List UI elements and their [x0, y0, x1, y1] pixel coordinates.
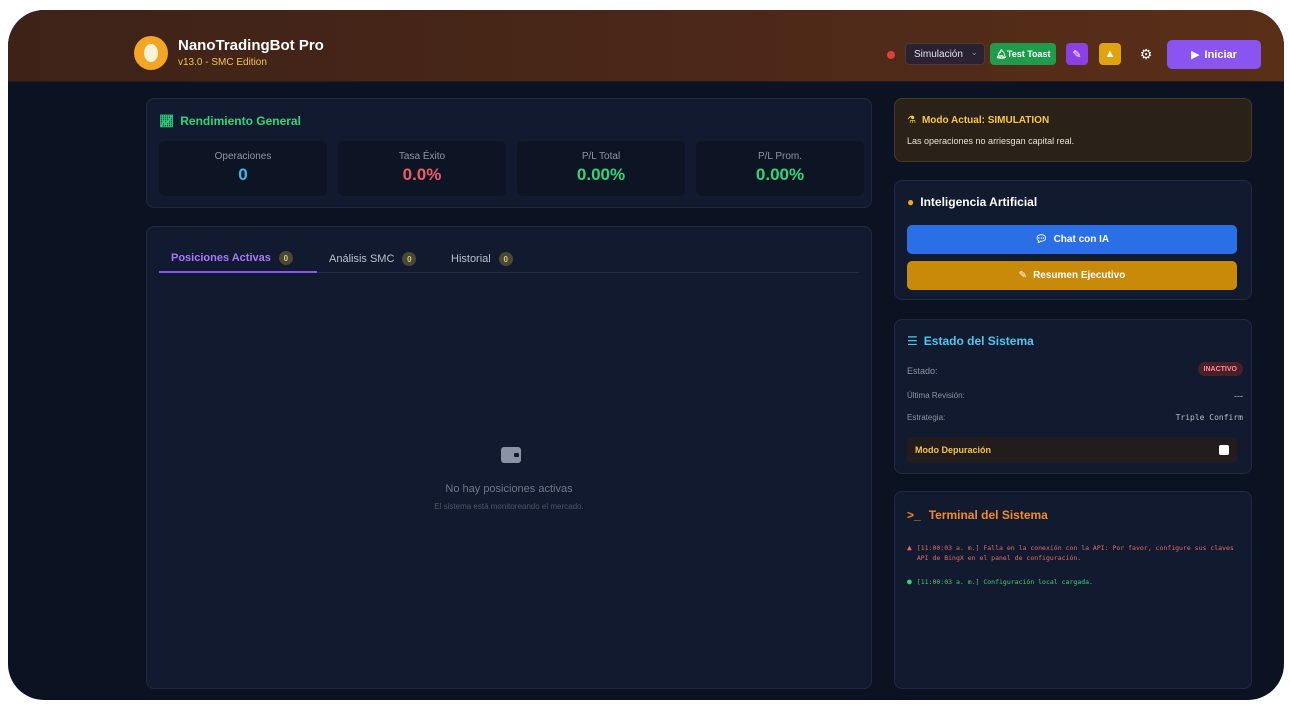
empty-state-subtitle: El sistema está monitoreando el mercado. [434, 502, 584, 511]
ai-title: ● Inteligencia Artificial [907, 195, 1038, 209]
log-entry-success: ● [11:00:03 a. m.] Configuración local c… [907, 577, 1093, 586]
brain-icon: ● [907, 195, 915, 209]
wallet-icon [501, 447, 521, 463]
database-icon: ☰ [907, 334, 918, 348]
clear-logs-button[interactable]: ✎ [1066, 43, 1088, 65]
positions-tabs: Posiciones Activas 0 Análisis SMC 0 Hist… [159, 245, 859, 273]
positions-card: Posiciones Activas 0 Análisis SMC 0 Hist… [146, 226, 872, 689]
chart-line-icon: 📈︎ [159, 114, 175, 128]
performance-title: 📈︎ Rendimiento General [159, 114, 301, 128]
last-review-label: Última Revisión: [907, 391, 965, 400]
debug-mode-checkbox[interactable] [1219, 445, 1229, 455]
stat-success-rate: Tasa Éxito 0.0% [338, 141, 506, 196]
flask-icon: ⚗ [907, 115, 916, 126]
settings-button[interactable]: ⚙ [1136, 44, 1156, 64]
start-button[interactable]: ▶ Iniciar [1167, 40, 1261, 69]
comments-icon: 💬︎ [1034, 234, 1048, 245]
play-icon: ▶ [1191, 49, 1200, 61]
alert-button[interactable]: ▲ [1099, 43, 1121, 65]
chevron-down-icon: ⌄ [970, 47, 978, 57]
chat-ai-button[interactable]: 💬︎ Chat con IA [907, 225, 1237, 254]
brush-icon: ✎ [1072, 48, 1082, 61]
executive-summary-button[interactable]: ✎ Resumen Ejecutivo [907, 261, 1237, 290]
bell-icon: 🔔︎ [995, 48, 1007, 59]
gear-icon: ⚙ [1139, 45, 1153, 62]
warning-icon: ▲ [1104, 48, 1116, 60]
logo-icon [134, 36, 168, 70]
test-toast-label: Test Toast [1006, 49, 1051, 59]
app-title: NanoTradingBot Pro [178, 37, 324, 54]
tab-count-badge: 0 [278, 251, 293, 265]
last-review-value: --- [1234, 391, 1243, 401]
tab-count-badge: 0 [402, 252, 417, 266]
system-status-card: ☰ Estado del Sistema Estado: INACTIVO Úl… [894, 319, 1252, 474]
log-entry-error: ▲ [11:00:03 a. m.] Falla en la conexión … [907, 543, 1234, 562]
terminal-icon: >_ [907, 508, 921, 522]
stat-pl-average: P/L Prom. 0.00% [696, 141, 864, 196]
ai-card: ● Inteligencia Artificial 💬︎ Chat con IA… [894, 180, 1252, 300]
top-bar: NanoTradingBot Pro v13.0 - SMC Edition S… [8, 10, 1284, 82]
connection-status-dot [887, 51, 895, 59]
terminal-title: >_ Terminal del Sistema [907, 508, 1048, 522]
mode-select-value: Simulación [914, 48, 963, 60]
tab-history[interactable]: Historial 0 [451, 245, 513, 273]
system-status-title: ☰ Estado del Sistema [907, 334, 1034, 348]
state-label: Estado: [907, 366, 938, 376]
debug-mode-row: Modo Depuración [907, 437, 1237, 463]
debug-mode-label: Modo Depuración [915, 445, 991, 455]
strategy-value: Triple Confirm [1175, 413, 1243, 422]
tab-count-badge: 0 [498, 252, 513, 266]
stat-pl-total: P/L Total 0.00% [517, 141, 685, 196]
check-circle-icon: ● [907, 577, 912, 586]
warning-icon: ▲ [907, 543, 912, 552]
strategy-label: Estrategia: [907, 413, 946, 422]
test-toast-button[interactable]: 🔔︎ Test Toast [990, 43, 1056, 65]
mode-title: ⚗ Modo Actual: SIMULATION [907, 115, 1050, 126]
mode-card: ⚗ Modo Actual: SIMULATION Las operacione… [894, 98, 1252, 162]
empty-state-title: No hay posiciones activas [445, 483, 573, 495]
status-badge: INACTIVO [1197, 362, 1243, 376]
tab-smc-analysis[interactable]: Análisis SMC 0 [329, 245, 417, 273]
mode-select[interactable]: Simulación ⌄ [905, 43, 985, 65]
start-label: Iniciar [1204, 48, 1237, 61]
performance-card: 📈︎ Rendimiento General Operaciones 0 Tas… [146, 98, 872, 208]
app-window: NanoTradingBot Pro v13.0 - SMC Edition S… [8, 10, 1284, 700]
pen-icon: ✎ [1018, 270, 1028, 281]
stat-operations: Operaciones 0 [159, 141, 327, 196]
tab-active-positions[interactable]: Posiciones Activas 0 [159, 245, 317, 273]
app-version: v13.0 - SMC Edition [178, 57, 267, 68]
mode-description: Las operaciones no arriesgan capital rea… [907, 136, 1075, 146]
terminal-card: >_ Terminal del Sistema ▲ [11:00:03 a. m… [894, 491, 1252, 689]
